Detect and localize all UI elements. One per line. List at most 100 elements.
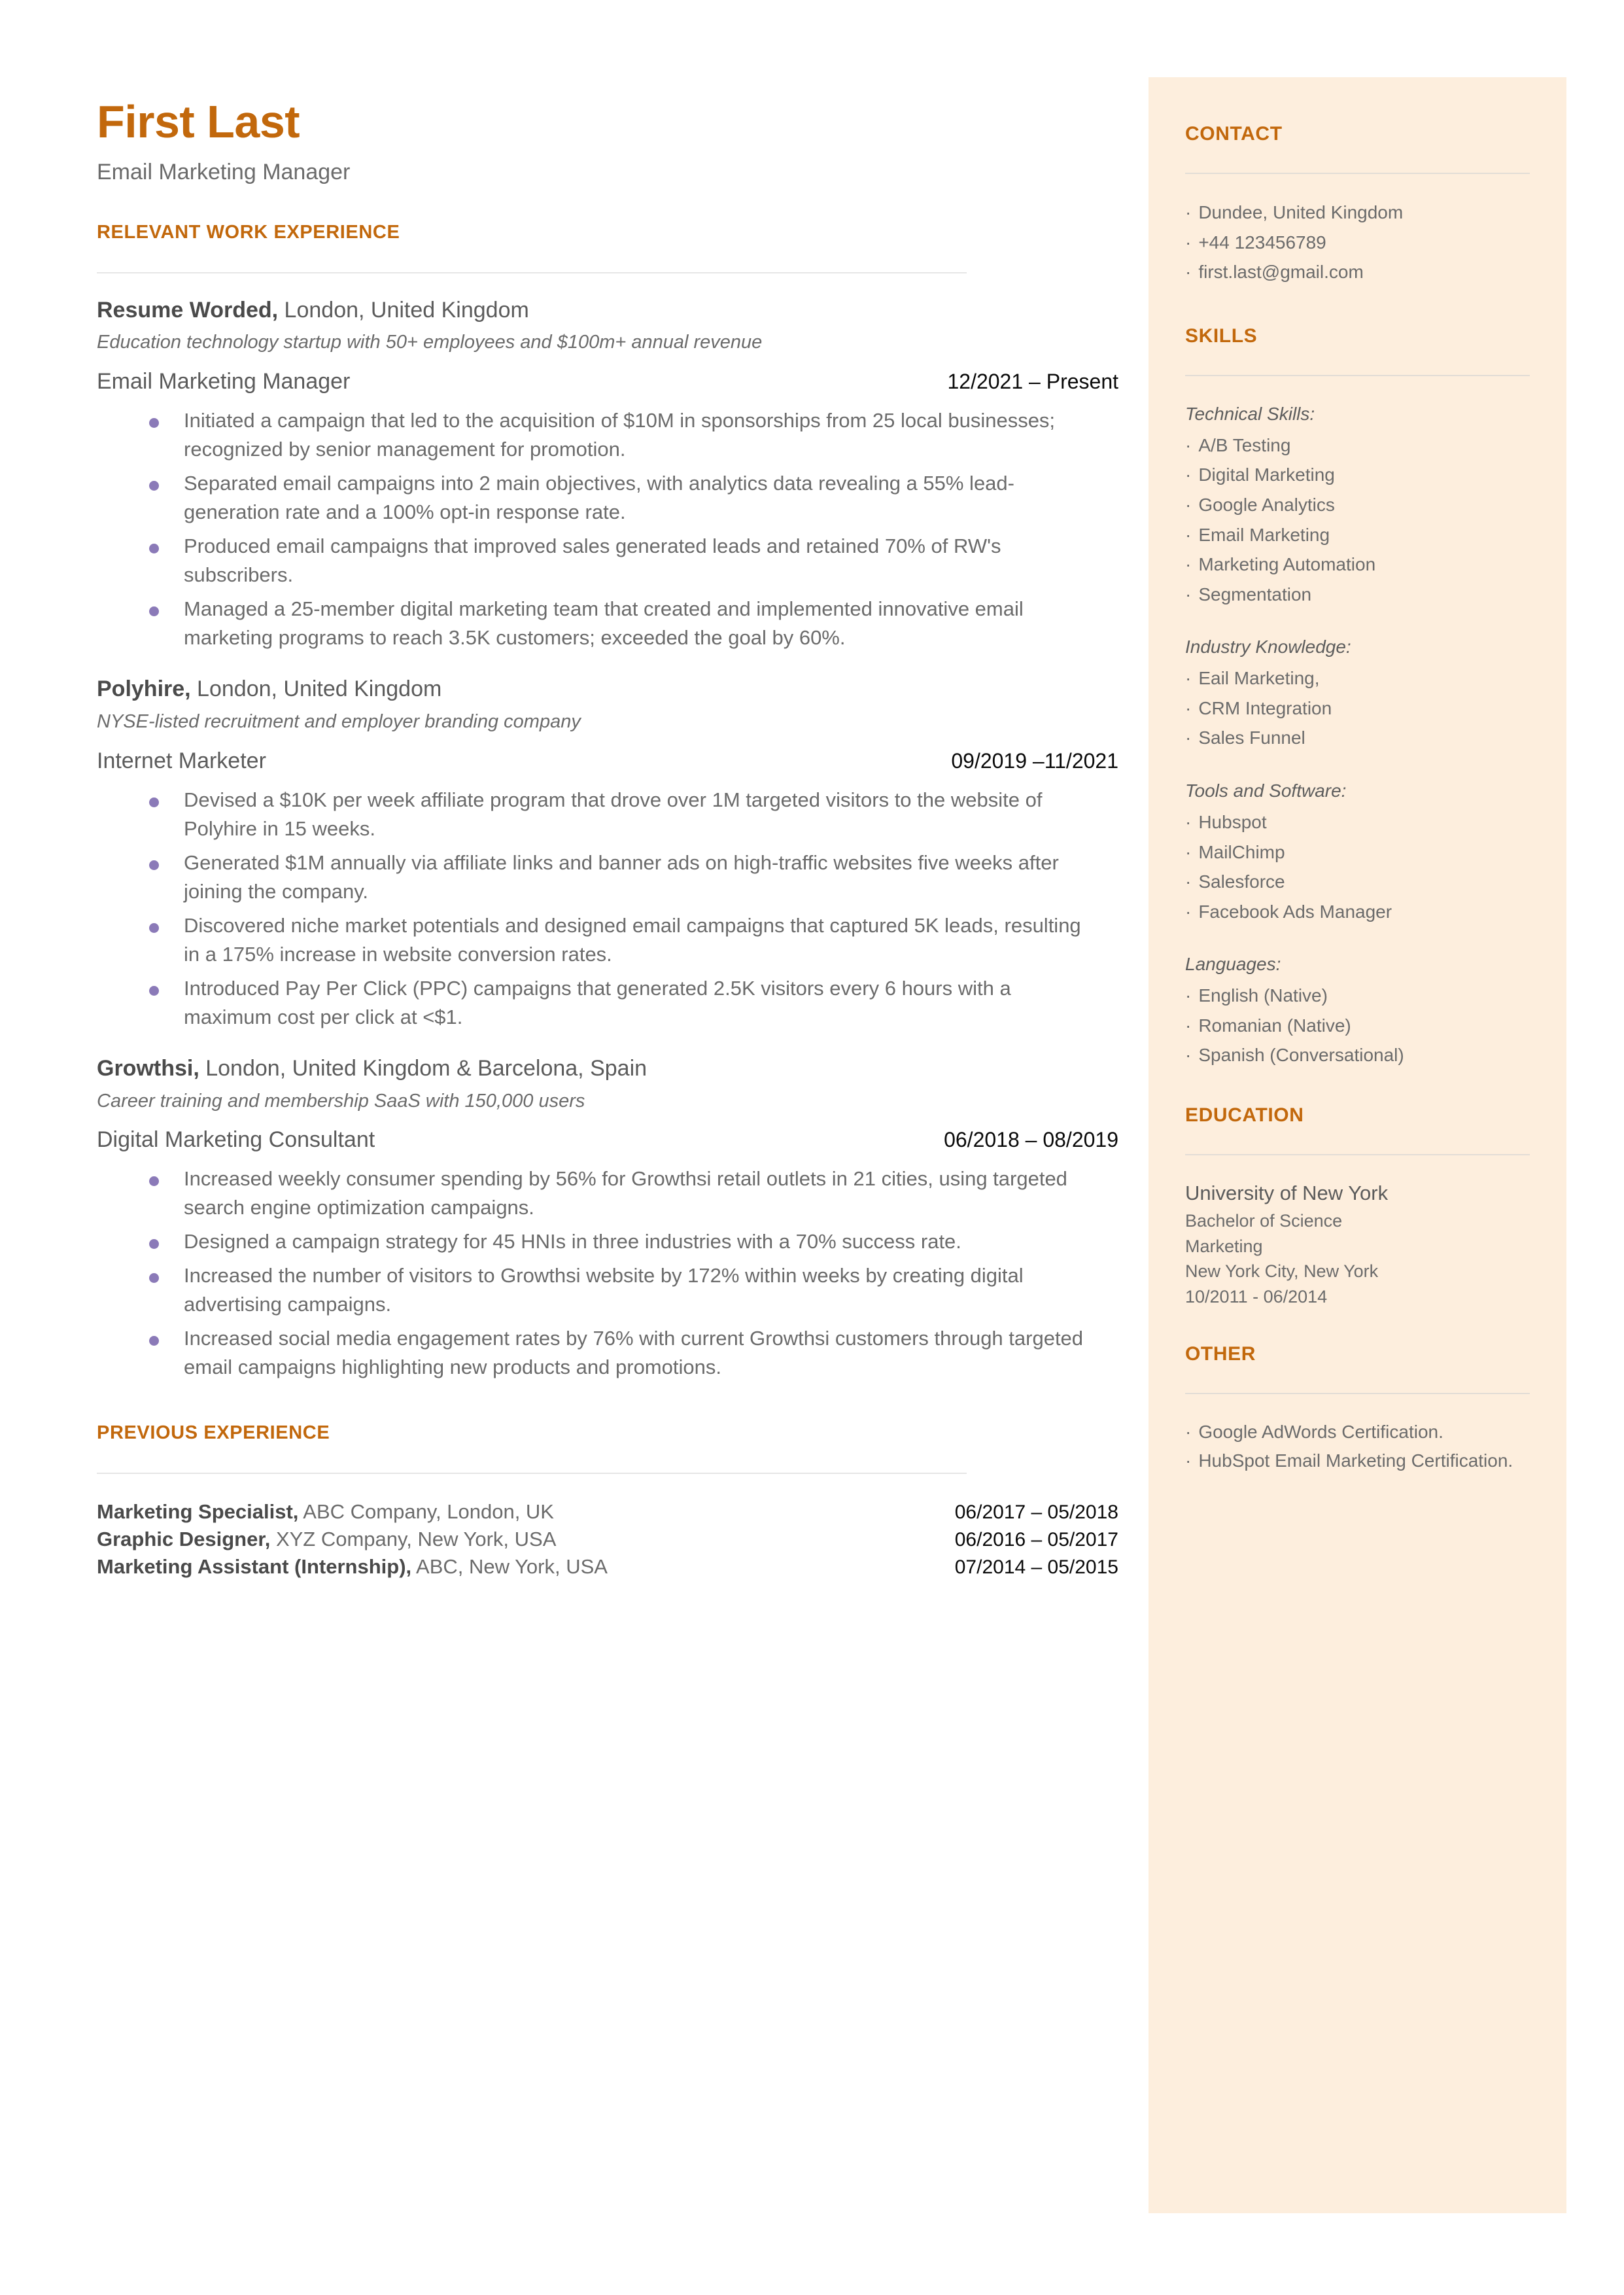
job-company: Resume Worded, London, United Kingdom bbox=[97, 296, 1118, 326]
contact-item-text: +44 123456789 bbox=[1198, 232, 1326, 253]
skills-group: Tools and Software: · Hubspot · MailChimp · Sa… bbox=[1185, 777, 1530, 926]
list-item: · Sales Funnel bbox=[1185, 723, 1530, 753]
list-item: · Google AdWords Certification. bbox=[1185, 1418, 1530, 1446]
page-title: First Last bbox=[97, 96, 300, 147]
job-company-description: Career training and membership SaaS with… bbox=[97, 1090, 585, 1112]
job-company-location: London, United Kingdom bbox=[190, 676, 442, 702]
previous-role-title: Marketing Assistant (Internship), bbox=[97, 1555, 412, 1579]
resume-page: First Last Email Marketing Manager RELEV… bbox=[0, 0, 1624, 2295]
certification-text: HubSpot Email Marketing Certification. bbox=[1198, 1450, 1513, 1471]
skills-group: Technical Skills: · A/B Testing · Digital Ma… bbox=[1185, 400, 1530, 610]
education-field: Marketing bbox=[1185, 1236, 1263, 1256]
job-title: Internet Marketer bbox=[97, 748, 266, 773]
bullet-dot-icon bbox=[149, 1239, 159, 1250]
job-title-row: Internet Marketer 09/2019 –11/2021 bbox=[97, 748, 1118, 774]
bullet-text: Managed a 25-member digital marketing te… bbox=[184, 597, 1024, 650]
skill-text: A/B Testing bbox=[1198, 434, 1291, 455]
bullet-text: Generated $1M annually via affiliate lin… bbox=[184, 850, 1059, 903]
list-item: Introduced Pay Per Click (PPC) campaigns… bbox=[97, 974, 1118, 1032]
contact-item: · first.last@gmail.com bbox=[1185, 257, 1530, 287]
bullet-dot-icon: · bbox=[1185, 262, 1192, 283]
bullet-text: Increased weekly consumer spending by 56… bbox=[184, 1167, 1067, 1219]
skill-text: English (Native) bbox=[1198, 985, 1328, 1006]
skill-text: Romanian (Native) bbox=[1198, 1015, 1351, 1036]
skills-group-label: Technical Skills: bbox=[1185, 403, 1315, 424]
education-school: University of New York bbox=[1185, 1182, 1389, 1205]
job-company-name: Resume Worded, bbox=[97, 297, 279, 323]
list-item: · Google Analytics bbox=[1185, 490, 1530, 520]
list-item: Managed a 25-member digital marketing te… bbox=[97, 595, 1118, 652]
bullet-dot-icon: · bbox=[1185, 554, 1192, 575]
bullet-text: Increased social media engagement rates … bbox=[184, 1327, 1084, 1379]
bullet-dot-icon bbox=[149, 1273, 159, 1284]
bullet-text: Produced email campaigns that improved s… bbox=[184, 534, 1001, 587]
skill-text: CRM Integration bbox=[1198, 697, 1332, 718]
list-item: · Hubspot bbox=[1185, 807, 1530, 837]
previous-role: Marketing Specialist, ABC Company, Londo… bbox=[97, 1500, 554, 1524]
list-item: Initiated a campaign that led to the acq… bbox=[97, 406, 1118, 464]
section-heading-work-experience: RELEVANT WORK EXPERIENCE bbox=[97, 221, 400, 243]
bullet-dot-icon bbox=[149, 985, 159, 996]
skill-text: Marketing Automation bbox=[1198, 554, 1376, 575]
list-item: Separated email campaigns into 2 main ob… bbox=[97, 469, 1118, 527]
job-company-description: Education technology startup with 50+ em… bbox=[97, 332, 763, 353]
list-item: · English (Native) bbox=[1185, 981, 1530, 1011]
work-experience-list: Resume Worded, London, United Kingdom Edu… bbox=[97, 296, 1118, 1382]
skill-text: MailChimp bbox=[1198, 841, 1285, 862]
job-company-location: London, United Kingdom bbox=[278, 297, 529, 323]
bullet-dot-icon: · bbox=[1185, 1015, 1192, 1036]
bullet-text: Designed a campaign strategy for 45 HNIs… bbox=[184, 1230, 961, 1253]
previous-role: Graphic Designer, XYZ Company, New York,… bbox=[97, 1528, 556, 1551]
previous-role: Marketing Assistant (Internship), ABC, N… bbox=[97, 1555, 608, 1579]
sidebar-section-skills: SKILLS Technical Skills: · A/B Testing · Dig… bbox=[1185, 325, 1530, 1070]
job-title-row: Email Marketing Manager 12/2021 – Present bbox=[97, 369, 1118, 394]
skills-group: Industry Knowledge: · Eail Marketing, · CRM … bbox=[1185, 633, 1530, 753]
sidebar-heading-education: EDUCATION bbox=[1185, 1104, 1304, 1127]
bullet-dot-icon bbox=[149, 1336, 159, 1346]
bullet-dot-icon: · bbox=[1185, 202, 1192, 222]
bullet-dot-icon: · bbox=[1185, 464, 1192, 485]
previous-experience-list: Marketing Specialist, ABC Company, Londo… bbox=[97, 1500, 1118, 1579]
contact-item-text: first.last@gmail.com bbox=[1198, 262, 1364, 283]
sidebar-heading-other: OTHER bbox=[1185, 1343, 1256, 1365]
skills-group-list: · Hubspot · MailChimp · Salesforce · Facebook A… bbox=[1185, 807, 1530, 927]
sidebar-divider-skills bbox=[1185, 374, 1530, 376]
skill-text: Google Analytics bbox=[1198, 494, 1335, 515]
job-company-name: Polyhire, bbox=[97, 676, 191, 702]
job-company-location: London, United Kingdom & Barcelona, Spai… bbox=[199, 1055, 648, 1081]
job-date-range: 12/2021 – Present bbox=[947, 369, 1118, 393]
skill-text: Spanish (Conversational) bbox=[1198, 1045, 1404, 1066]
table-row: Marketing Assistant (Internship), ABC, N… bbox=[97, 1555, 1118, 1579]
previous-role-detail: ABC Company, London, UK bbox=[298, 1500, 554, 1524]
bullet-dot-icon: · bbox=[1185, 434, 1192, 455]
contact-list: · Dundee, United Kingdom · +44 123456789 · fi… bbox=[1185, 198, 1530, 287]
bullet-dot-icon: · bbox=[1185, 668, 1192, 689]
sidebar-section-education: EDUCATION University of New York Bachelo… bbox=[1185, 1104, 1530, 1309]
skill-text: Facebook Ads Manager bbox=[1198, 901, 1392, 922]
job-date-range: 06/2018 – 08/2019 bbox=[944, 1128, 1118, 1152]
header-job-title: Email Marketing Manager bbox=[97, 159, 351, 184]
job-bullet-list: Increased weekly consumer spending by 56… bbox=[97, 1165, 1118, 1382]
sidebar: CONTACT · Dundee, United Kingdom · +44 1234… bbox=[1149, 77, 1566, 2213]
list-item: · CRM Integration bbox=[1185, 693, 1530, 724]
skill-text: Segmentation bbox=[1198, 584, 1312, 604]
previous-role-date: 06/2017 – 05/2018 bbox=[954, 1501, 1118, 1524]
previous-role-detail: ABC, New York, USA bbox=[411, 1555, 608, 1579]
job-date-range: 09/2019 –11/2021 bbox=[951, 748, 1118, 773]
job-title: Digital Marketing Consultant bbox=[97, 1127, 375, 1153]
bullet-dot-icon bbox=[149, 606, 159, 617]
bullet-text: Introduced Pay Per Click (PPC) campaigns… bbox=[184, 976, 1011, 1028]
bullet-dot-icon: · bbox=[1185, 494, 1192, 515]
list-item: Increased social media engagement rates … bbox=[97, 1324, 1118, 1382]
contact-item: · Dundee, United Kingdom bbox=[1185, 198, 1530, 228]
skills-group-list: · English (Native) · Romanian (Native) · Span… bbox=[1185, 981, 1530, 1070]
contact-item: · +44 123456789 bbox=[1185, 228, 1530, 258]
bullet-dot-icon bbox=[149, 797, 159, 807]
bullet-dot-icon: · bbox=[1185, 524, 1192, 545]
job-company-name: Growthsi, bbox=[97, 1055, 199, 1081]
bullet-dot-icon: · bbox=[1185, 727, 1192, 748]
previous-role-date: 06/2016 – 05/2017 bbox=[954, 1529, 1118, 1551]
bullet-dot-icon: · bbox=[1185, 841, 1192, 862]
job-bullet-list: Devised a $10K per week affiliate progra… bbox=[97, 786, 1118, 1032]
list-item: Increased weekly consumer spending by 56… bbox=[97, 1165, 1118, 1222]
